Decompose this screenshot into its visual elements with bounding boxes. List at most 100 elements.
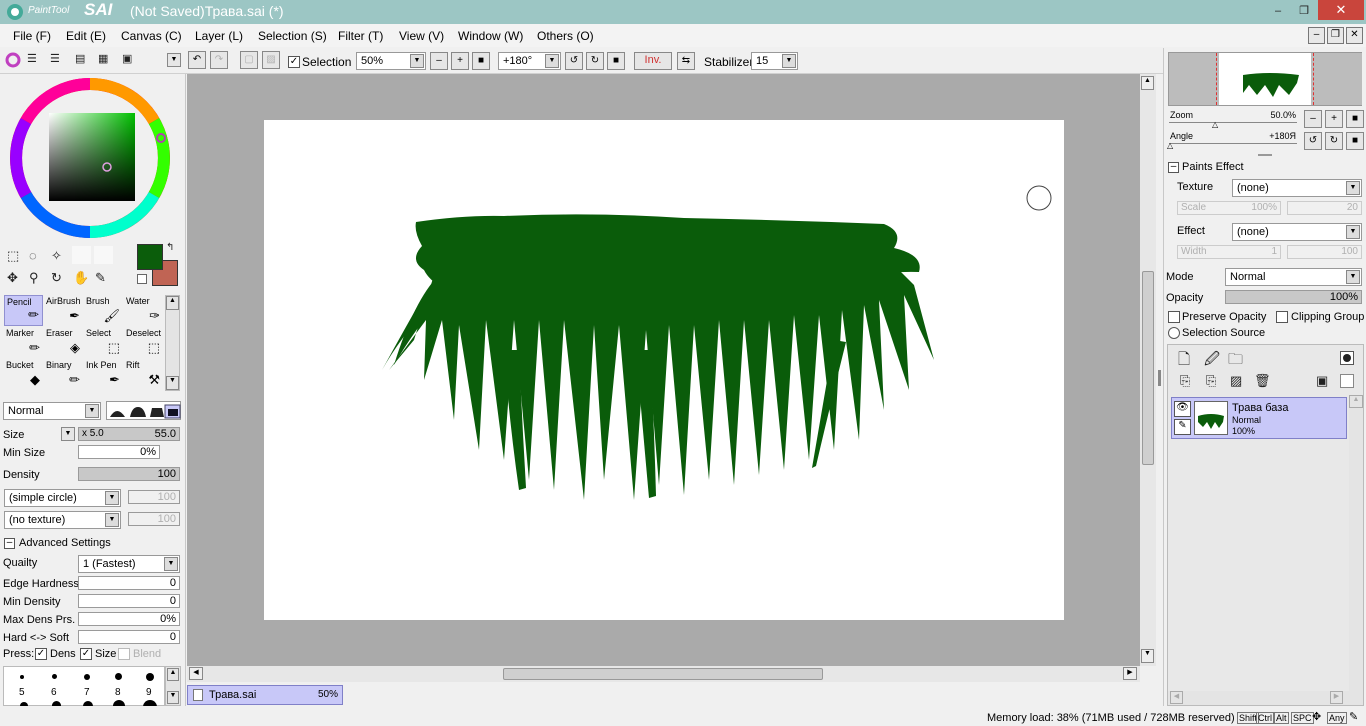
- rotate-left-icon[interactable]: ↺: [565, 52, 583, 70]
- nav-rotate-left-icon[interactable]: ↺: [1304, 132, 1322, 150]
- layer-item[interactable]: 👁 ✎ Трава база Normal 100%: [1171, 397, 1347, 439]
- blend-mode-select[interactable]: Normal ▼: [3, 402, 101, 420]
- preserve-opacity-checkbox[interactable]: [1168, 311, 1180, 323]
- redo-icon[interactable]: ↷: [210, 51, 228, 69]
- layer-mode-select[interactable]: Normal ▼: [1225, 268, 1362, 286]
- menu-file[interactable]: File (F): [13, 29, 51, 43]
- press-size-checkbox[interactable]: ✓: [80, 648, 92, 660]
- mdi-close-icon[interactable]: ✕: [1346, 27, 1363, 44]
- navigator-grip[interactable]: [1258, 154, 1272, 156]
- merge-down-icon[interactable]: ⎘: [1206, 373, 1216, 389]
- tool-inkpen[interactable]: Ink Pen ✒: [84, 359, 123, 390]
- document-tab[interactable]: Трава.sai 50%: [187, 685, 343, 705]
- menu-view[interactable]: View (V): [399, 29, 444, 43]
- scale-field[interactable]: Scale 100%: [1177, 201, 1281, 215]
- menu-canvas[interactable]: Canvas (C): [121, 29, 182, 43]
- rgb-slider-mode-icon[interactable]: ☰: [27, 52, 37, 65]
- palette-mode-icon[interactable]: ▦: [98, 52, 108, 65]
- swap-colors-icon[interactable]: ↰: [166, 242, 174, 253]
- undo-icon[interactable]: ↶: [188, 51, 206, 69]
- angle-slider-thumb[interactable]: △: [1167, 141, 1173, 150]
- tool-scrollbar[interactable]: ▲ ▼: [165, 295, 180, 391]
- rotate-right-icon[interactable]: ↻: [586, 52, 604, 70]
- tool-airbrush[interactable]: AirBrush ✒: [44, 295, 83, 326]
- angle-slider[interactable]: [1169, 143, 1297, 144]
- invert-selection-icon[interactable]: ▨: [262, 51, 280, 69]
- nav-zoom-out-icon[interactable]: –: [1304, 110, 1322, 128]
- brush-texture-select[interactable]: (no texture) ▼: [4, 511, 121, 529]
- scratchpad-mode-icon[interactable]: ▣: [122, 52, 132, 65]
- invert-view-button[interactable]: Inv.: [634, 52, 672, 70]
- size-preset-label[interactable]: 6: [51, 687, 57, 698]
- hsv-slider-mode-icon[interactable]: ☰: [50, 52, 60, 65]
- mdi-minimize-icon[interactable]: –: [1308, 27, 1325, 44]
- pen-lock-icon[interactable]: ✎: [1174, 419, 1191, 435]
- collapse-icon[interactable]: –: [4, 538, 15, 549]
- clear-layer-icon[interactable]: ▨: [1230, 373, 1242, 389]
- tool-marker[interactable]: Marker ✏: [4, 327, 43, 358]
- size-preset-scrollbar[interactable]: ▲ ▼: [165, 666, 181, 706]
- clipping-group-checkbox[interactable]: [1276, 311, 1288, 323]
- stabilizer-select[interactable]: 15 ▼: [751, 52, 798, 70]
- menu-filter[interactable]: Filter (T): [338, 29, 383, 43]
- nav-zoom-reset-icon[interactable]: ■: [1346, 110, 1364, 128]
- size-preset-label[interactable]: 5: [19, 687, 25, 698]
- new-mask-icon[interactable]: [1340, 351, 1354, 365]
- tool-rift[interactable]: Rift ⚒: [124, 359, 163, 390]
- brush-texture-value[interactable]: 100: [128, 512, 180, 526]
- tool-bucket[interactable]: Bucket ◆: [4, 359, 43, 390]
- zoom-in-icon[interactable]: +: [451, 52, 469, 70]
- rect-select-icon[interactable]: ⬚: [7, 248, 19, 264]
- zoom-tool-icon[interactable]: ⚲: [29, 270, 39, 286]
- size-preset-label[interactable]: 8: [115, 687, 121, 698]
- size-preset-label[interactable]: 7: [84, 687, 90, 698]
- tool-pencil[interactable]: Pencil ✏: [4, 295, 43, 326]
- horizontal-scrollbar[interactable]: ◀ ▶: [187, 666, 1140, 682]
- max-dens-field[interactable]: 0%: [78, 612, 180, 626]
- tool-water[interactable]: Water ✑: [124, 295, 163, 326]
- hard-soft-field[interactable]: 0: [78, 630, 180, 644]
- edge-hardness-field[interactable]: 0: [78, 576, 180, 590]
- zoom-slider[interactable]: [1169, 122, 1297, 123]
- menu-selection[interactable]: Selection (S): [258, 29, 327, 43]
- transparent-color-icon[interactable]: [137, 274, 147, 284]
- mdi-restore-icon[interactable]: ❐: [1327, 27, 1344, 44]
- eyedropper-icon[interactable]: ✎: [95, 270, 106, 286]
- swatches-mode-icon[interactable]: ▤: [75, 52, 85, 65]
- zoom-out-icon[interactable]: –: [430, 52, 448, 70]
- hand-icon[interactable]: ✋: [73, 270, 89, 286]
- size-field[interactable]: x 5.0 55.0: [78, 427, 180, 441]
- brush-edge-selector[interactable]: [106, 401, 181, 420]
- new-layer-icon[interactable]: 🗋: [1178, 349, 1190, 374]
- layer-hscrollbar[interactable]: ◀ ▶: [1168, 691, 1363, 705]
- press-blend-checkbox[interactable]: [118, 648, 130, 660]
- brush-shape-select[interactable]: (simple circle) ▼: [4, 489, 121, 507]
- selection-source-checkbox[interactable]: [1168, 327, 1180, 339]
- collapse-icon[interactable]: –: [1168, 162, 1179, 173]
- minimize-button[interactable]: –: [1265, 2, 1291, 20]
- deselect-icon[interactable]: ▢: [240, 51, 258, 69]
- restore-button[interactable]: ❐: [1291, 2, 1317, 20]
- density-slider[interactable]: 100: [78, 467, 180, 481]
- tool-select[interactable]: Select ⬚: [84, 327, 123, 358]
- menu-layer[interactable]: Layer (L): [195, 29, 243, 43]
- tool-deselect[interactable]: Deselect ⬚: [124, 327, 163, 358]
- vertical-scrollbar[interactable]: ▲ ▼: [1140, 74, 1156, 666]
- delete-mask-icon[interactable]: [1340, 374, 1354, 388]
- menu-edit[interactable]: Edit (E): [66, 29, 106, 43]
- eye-icon[interactable]: 👁: [1174, 401, 1191, 417]
- zoom-reset-icon[interactable]: ■: [472, 52, 490, 70]
- lasso-icon[interactable]: ◌: [29, 248, 37, 263]
- primary-color-swatch-front[interactable]: [137, 244, 163, 270]
- nav-rotate-reset-icon[interactable]: ■: [1346, 132, 1364, 150]
- texture-select[interactable]: (none) ▼: [1232, 179, 1362, 197]
- apply-mask-icon[interactable]: ▣: [1316, 373, 1328, 389]
- nav-rotate-right-icon[interactable]: ↻: [1325, 132, 1343, 150]
- rotate-reset-icon[interactable]: ■: [607, 52, 625, 70]
- zoom-slider-thumb[interactable]: △: [1212, 120, 1218, 129]
- min-size-field[interactable]: 0%: [78, 445, 160, 459]
- close-button[interactable]: ✕: [1318, 0, 1364, 20]
- selection-checkbox[interactable]: ✓: [288, 56, 300, 68]
- menu-window[interactable]: Window (W): [458, 29, 523, 43]
- color-wheel-mode-icon[interactable]: [5, 52, 21, 68]
